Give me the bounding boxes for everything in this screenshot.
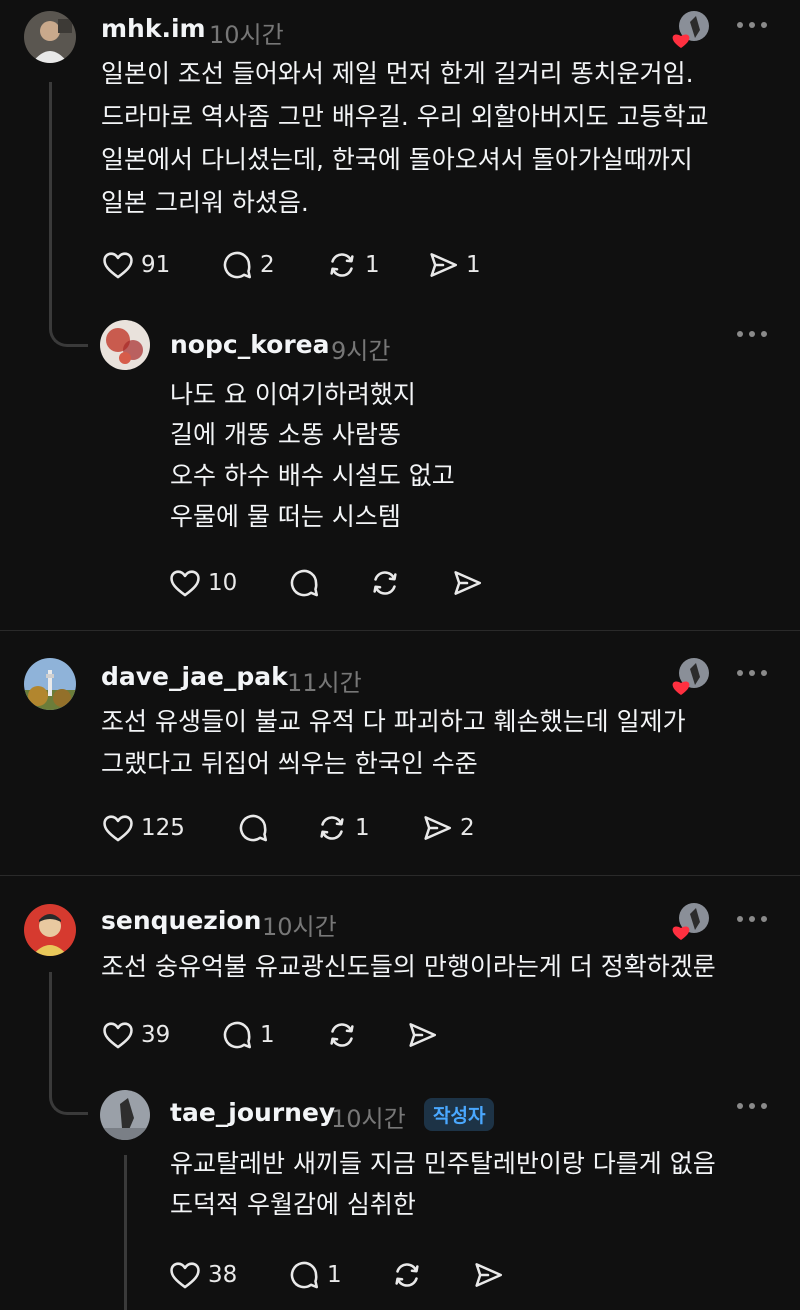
- reply-button[interactable]: [236, 810, 270, 846]
- repost-icon: [373, 571, 397, 595]
- repost-button[interactable]: 1: [315, 810, 370, 846]
- heart-icon: [103, 1022, 133, 1049]
- reply-button[interactable]: 1: [287, 1257, 342, 1293]
- heart-icon: [103, 252, 133, 279]
- like-button[interactable]: 125: [101, 810, 185, 846]
- timestamp: 11시간: [287, 669, 362, 697]
- like-count: 38: [208, 1262, 238, 1288]
- reply-icon: [239, 814, 268, 842]
- share-icon: [475, 1263, 503, 1287]
- post-text-line: 우물에 물 떠는 시스템: [170, 502, 401, 531]
- repost-icon: [320, 816, 344, 840]
- timestamp: 9시간: [331, 337, 391, 365]
- more-icon[interactable]: [737, 914, 769, 924]
- post-text-line: 일본 그리워 하셨음.: [101, 188, 309, 217]
- reply-icon: [290, 1261, 319, 1289]
- like-count: 39: [141, 1022, 171, 1048]
- more-icon[interactable]: [737, 20, 769, 30]
- reply-button[interactable]: [287, 565, 321, 601]
- reply-icon: [290, 569, 319, 597]
- share-button[interactable]: 2: [420, 810, 475, 846]
- share-count: 1: [466, 252, 481, 278]
- post-text-line: 일본이 조선 들어와서 제일 먼저 한게 길거리 똥치운거임.: [101, 59, 694, 88]
- share-button[interactable]: [405, 1017, 439, 1053]
- username[interactable]: tae_journey: [170, 1098, 335, 1127]
- post-text-line: 유교탈레반 새끼들 지금 민주탈레반이랑 다를게 없음: [170, 1149, 716, 1178]
- like-count: 125: [141, 815, 185, 841]
- post-text-line: 나도 요 이여기하려했지: [170, 380, 416, 409]
- post-text-line: 그랬다고 뒤집어 씌우는 한국인 수준: [101, 749, 478, 778]
- heart-icon: [103, 815, 133, 842]
- heart-icon: [170, 570, 200, 597]
- repost-icon: [395, 1263, 419, 1287]
- author-badge: 작성자: [424, 1098, 495, 1131]
- reply-button[interactable]: 2: [220, 247, 275, 283]
- share-button[interactable]: [471, 1257, 505, 1293]
- timestamp: 10시간: [262, 913, 337, 941]
- repost-button[interactable]: 1: [325, 247, 380, 283]
- thread-line: [49, 300, 88, 347]
- repost-icon: [330, 253, 354, 277]
- thread-line: [49, 1052, 88, 1115]
- reply-icon: [223, 251, 252, 279]
- share-count: 2: [460, 815, 475, 841]
- share-icon: [454, 571, 482, 595]
- username[interactable]: senquezion: [101, 906, 261, 935]
- avatar[interactable]: [24, 658, 76, 710]
- post-text-line: 도덕적 우월감에 심취한: [170, 1190, 416, 1219]
- share-icon: [409, 1023, 437, 1047]
- share-button[interactable]: 1: [426, 247, 481, 283]
- more-icon[interactable]: [737, 668, 769, 678]
- liked-by-author-icon: [670, 657, 710, 697]
- repost-button[interactable]: [325, 1017, 359, 1053]
- repost-count: 1: [355, 815, 370, 841]
- more-icon[interactable]: [737, 1101, 769, 1111]
- avatar[interactable]: [24, 904, 76, 956]
- post-text-line: 일본에서 다니셨는데, 한국에 돌아오셔서 돌아가실때까지: [101, 145, 693, 174]
- reply-icon: [223, 1021, 252, 1049]
- liked-by-author-icon: [670, 902, 710, 942]
- like-button[interactable]: 38: [168, 1257, 237, 1293]
- like-button[interactable]: 39: [101, 1017, 170, 1053]
- share-icon: [424, 816, 452, 840]
- reply-count: 2: [260, 252, 275, 278]
- username[interactable]: nopc_korea: [170, 330, 329, 359]
- username[interactable]: mhk.im: [101, 14, 206, 43]
- like-button[interactable]: 91: [101, 247, 170, 283]
- post-text-line: 길에 개똥 소똥 사람똥: [170, 420, 401, 449]
- username[interactable]: dave_jae_pak: [101, 662, 288, 691]
- reply-count: 1: [260, 1022, 275, 1048]
- reply-button[interactable]: 1: [220, 1017, 275, 1053]
- thread-line: [49, 972, 52, 1062]
- repost-button[interactable]: [368, 565, 402, 601]
- share-icon: [430, 253, 458, 277]
- liked-by-author-icon: [670, 10, 710, 50]
- reply-count: 1: [327, 1262, 342, 1288]
- timestamp: 10시간: [209, 21, 284, 49]
- post-text-line: 오수 하수 배수 시설도 없고: [170, 461, 455, 490]
- thread-line: [49, 82, 52, 310]
- timestamp: 10시간: [331, 1105, 406, 1133]
- avatar[interactable]: [100, 1090, 150, 1140]
- like-count: 91: [141, 252, 171, 278]
- divider: [0, 875, 800, 876]
- like-count: 10: [208, 570, 238, 596]
- repost-count: 1: [365, 252, 380, 278]
- post-text-line: 드라마로 역사좀 그만 배우길. 우리 외할아버지도 고등학교: [101, 102, 709, 131]
- post-text-line: 조선 숭유억불 유교광신도들의 만행이라는게 더 정확하겠룬: [101, 952, 716, 981]
- more-icon[interactable]: [737, 329, 769, 339]
- thread-line: [124, 1155, 127, 1310]
- avatar[interactable]: [24, 11, 76, 63]
- heart-icon: [170, 1262, 200, 1289]
- avatar[interactable]: [100, 320, 150, 370]
- repost-button[interactable]: [390, 1257, 424, 1293]
- like-button[interactable]: 10: [168, 565, 237, 601]
- divider: [0, 630, 800, 631]
- repost-icon: [330, 1023, 354, 1047]
- share-button[interactable]: [450, 565, 484, 601]
- post-text-line: 조선 유생들이 불교 유적 다 파괴하고 훼손했는데 일제가: [101, 707, 686, 736]
